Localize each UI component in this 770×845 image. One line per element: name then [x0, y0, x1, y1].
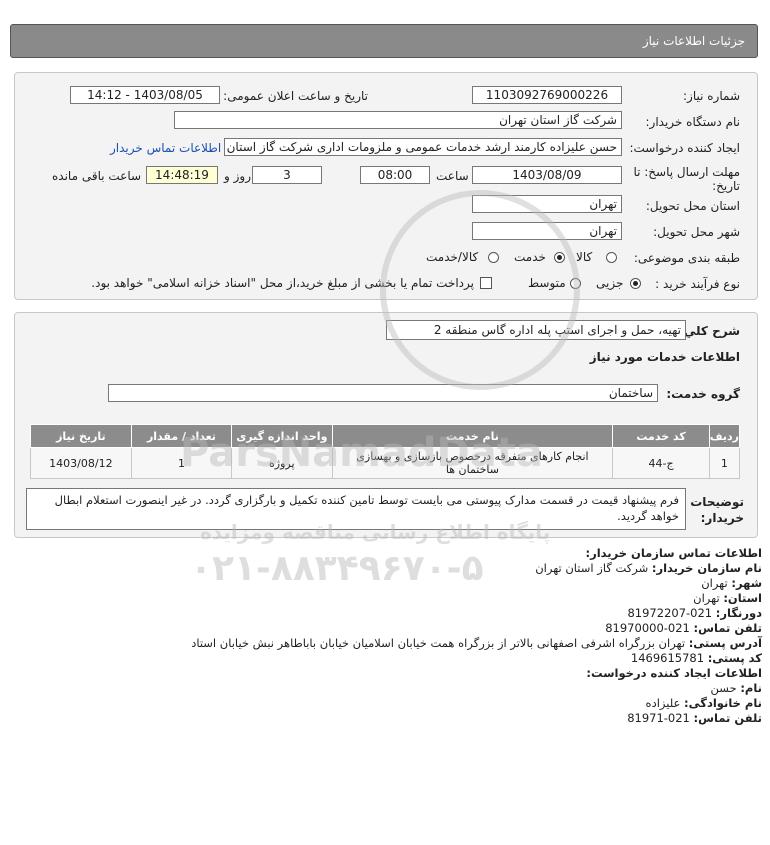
province-label: استان محل تحویل:: [645, 199, 740, 213]
process-medium-label: متوسط: [528, 276, 566, 290]
deadline-time-label: ساعت: [436, 169, 469, 183]
announce-datetime-label: تاریخ و ساعت اعلان عمومی:: [223, 89, 368, 103]
buyer-notes-label: توضیحات: [690, 495, 744, 509]
contact-creator-heading: اطلاعات ایجاد کننده درخواست:: [586, 666, 762, 680]
contact-creator-phone: تلفن تماس: 81971-021: [627, 711, 762, 725]
deadline-date-field[interactable]: 1403/08/09: [472, 166, 622, 184]
contact-org-heading: اطلاعات تماس سازمان خریدار:: [585, 546, 762, 560]
city-label: شهر محل تحویل:: [653, 225, 740, 239]
days-label: روز و: [224, 169, 251, 183]
category-service-radio[interactable]: [554, 252, 565, 263]
contact-first-name: نام: حسن: [710, 681, 762, 695]
contact-phone: تلفن تماس: 81970000-021: [605, 621, 762, 635]
deadline-label: مهلت ارسال پاسخ: تا: [633, 165, 740, 179]
col-unit: واحد اندازه گیری: [231, 424, 333, 448]
services-heading: اطلاعات خدمات مورد نیاز: [589, 350, 740, 364]
category-goods-service-radio[interactable]: [488, 252, 499, 263]
need-number-field[interactable]: 1103092769000226: [472, 86, 622, 104]
cell-unit: پروژه: [231, 447, 333, 479]
category-label: طبقه بندی موضوعی:: [633, 251, 740, 265]
province-field[interactable]: تهران: [472, 195, 622, 213]
cell-service-code: ج-44: [612, 447, 710, 479]
col-quantity: تعداد / مقدار: [130, 424, 233, 448]
category-goods-label: کالا: [576, 250, 593, 264]
process-medium-radio[interactable]: [570, 278, 581, 289]
col-service-code: کد خدمت: [612, 424, 710, 448]
buyer-contact-link[interactable]: اطلاعات تماس خریدار: [110, 141, 221, 155]
process-minor-label: جزیی: [596, 276, 624, 290]
cell-need-date: 1403/08/12: [30, 447, 132, 479]
contact-fax: دورنگار: 81972207-021: [627, 606, 762, 620]
process-minor-radio[interactable]: [630, 278, 641, 289]
remaining-time-field: 14:48:19: [146, 166, 218, 184]
cell-quantity: 1: [130, 447, 233, 479]
contact-address: آدرس پستی: تهران بزرگراه اشرفی اصفهانی ب…: [191, 636, 762, 650]
service-group-label: گروه خدمت:: [666, 387, 740, 401]
deadline-time-field[interactable]: 08:00: [360, 166, 430, 184]
buyer-notes-text: فرم پیشنهاد قیمت در قسمت مدارک پیوستی می…: [54, 493, 679, 523]
need-info-panel: [14, 72, 758, 300]
deadline-label-date: تاریخ:: [712, 179, 740, 193]
category-goods-radio[interactable]: [606, 252, 617, 263]
cell-row-number: 1: [708, 447, 741, 479]
page-title: جزئیات اطلاعات نیاز: [642, 34, 745, 48]
table-row[interactable]: 1 ج-44 انجام کارهای متفرقه درخصوص بازساز…: [30, 447, 741, 479]
col-need-date: تاریخ نیاز: [30, 424, 132, 448]
service-group-field[interactable]: ساختمان: [108, 384, 658, 402]
treasury-payment-note: پرداخت تمام یا بخشی از مبلغ خرید،از محل …: [91, 276, 474, 290]
contact-province: استان: تهران: [693, 591, 762, 605]
process-label: نوع فرآیند خرید :: [655, 277, 740, 291]
contact-city: شهر: تهران: [701, 576, 762, 590]
category-service-label: خدمت: [514, 250, 546, 264]
contact-postal-code: کد پستی: 1469615781: [630, 651, 762, 665]
contact-last-name: نام خانوادگی: علیزاده: [645, 696, 762, 710]
page-header: جزئیات اطلاعات نیاز: [10, 24, 758, 58]
city-field[interactable]: تهران: [472, 222, 622, 240]
col-service-name: نام خدمت: [331, 424, 614, 448]
services-table: ردیف کد خدمت نام خدمت واحد اندازه گیری ت…: [30, 424, 741, 479]
buyer-notes-label-2: خریدار:: [700, 511, 744, 525]
col-row-number: ردیف: [708, 424, 741, 448]
category-goods-service-label: کالا/خدمت: [426, 250, 479, 264]
buyer-org-label: نام دستگاه خریدار:: [645, 115, 741, 129]
buyer-notes-box: فرم پیشنهاد قیمت در قسمت مدارک پیوستی می…: [26, 488, 686, 530]
announce-datetime-field[interactable]: 1403/08/05 - 14:12: [70, 86, 220, 104]
need-number-label: شماره نیاز:: [683, 89, 740, 103]
creator-label: ایجاد کننده درخواست:: [629, 141, 740, 155]
cell-service-name: انجام کارهای متفرقه درخصوص بازسازی و بهس…: [331, 447, 614, 479]
contact-org-name: نام سازمان خریدار: شرکت گاز استان تهران: [535, 561, 762, 575]
table-header-row: ردیف کد خدمت نام خدمت واحد اندازه گیری ت…: [30, 424, 741, 448]
creator-field[interactable]: حسن علیزاده کارمند ارشد خدمات عمومی و مل…: [224, 138, 622, 156]
days-field[interactable]: 3: [252, 166, 322, 184]
remaining-label: ساعت باقی مانده: [52, 169, 142, 183]
buyer-org-field[interactable]: شرکت گاز استان تهران: [174, 111, 622, 129]
treasury-payment-checkbox[interactable]: [480, 277, 492, 289]
watermark-phone: ۰۲۱-۸۸۳۴۹۶۷۰-۵: [190, 548, 484, 589]
description-field[interactable]: تهیه، حمل و اجرای استپ پله اداره گاس منط…: [386, 320, 686, 340]
